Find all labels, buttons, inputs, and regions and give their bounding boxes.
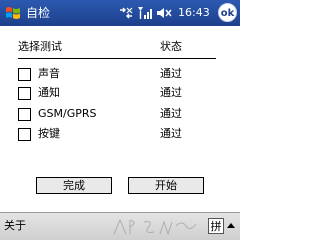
menu-bar: 关于 拼 [0, 212, 240, 240]
test-name: GSM/GPRS [38, 107, 97, 120]
windows-flag-icon[interactable] [4, 5, 22, 21]
test-name: 声音 [38, 67, 60, 80]
column-header-status: 状态 [160, 40, 182, 53]
test-name: 按键 [38, 127, 60, 140]
test-row-gsm-gprs: GSM/GPRS 通过 [18, 107, 218, 123]
column-header-select-test: 选择测试 [18, 40, 62, 53]
test-status: 通过 [160, 127, 182, 140]
window-title: 自检 [26, 6, 51, 20]
signal-strength-icon[interactable] [137, 6, 153, 20]
input-method-button[interactable]: 拼 [208, 218, 224, 234]
done-button[interactable]: 完成 [36, 177, 112, 194]
checkbox-keys[interactable] [18, 128, 31, 141]
clock[interactable]: 16:43 [178, 6, 210, 20]
test-name: 通知 [38, 86, 60, 99]
checkbox-sound[interactable] [18, 68, 31, 81]
input-method-arrow-icon[interactable] [227, 223, 235, 228]
volume-muted-icon[interactable] [156, 6, 172, 20]
start-button[interactable]: 开始 [128, 177, 204, 194]
ok-button[interactable]: ok [218, 3, 237, 22]
checkbox-notification[interactable] [18, 87, 31, 100]
title-bar: 自检 16:43 ok [0, 0, 240, 26]
watermark-logo [113, 218, 197, 236]
test-row-notification: 通知 通过 [18, 86, 218, 102]
test-row-sound: 声音 通过 [18, 67, 218, 83]
test-status: 通过 [160, 67, 182, 80]
self-test-panel: 选择测试 状态 声音 通过 通知 通过 GSM/GPRS 通过 按键 通过 完成… [0, 26, 240, 212]
connectivity-icon[interactable] [118, 6, 134, 20]
test-status: 通过 [160, 107, 182, 120]
about-menu[interactable]: 关于 [4, 219, 26, 233]
header-divider [18, 58, 216, 59]
test-row-keys: 按键 通过 [18, 127, 218, 143]
checkbox-gsm-gprs[interactable] [18, 108, 31, 121]
test-status: 通过 [160, 86, 182, 99]
